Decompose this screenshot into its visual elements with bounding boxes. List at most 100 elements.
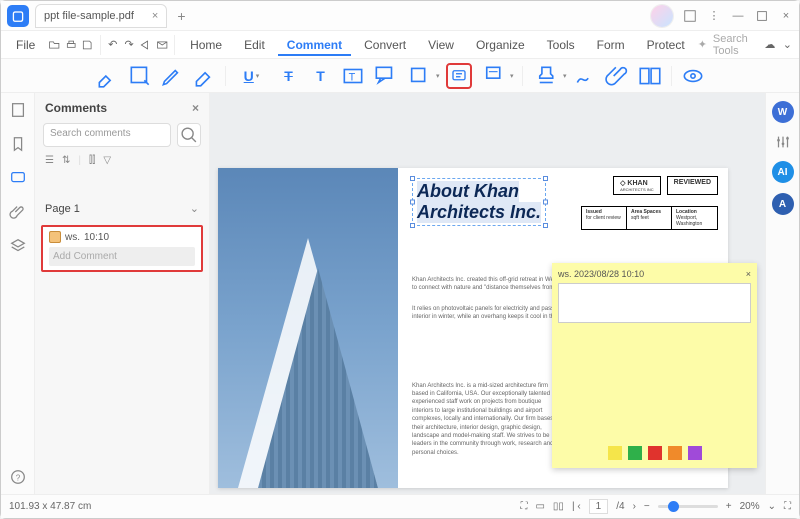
highlight-tool[interactable]: [95, 63, 121, 89]
sticky-textarea[interactable]: [558, 283, 751, 323]
attachment-panel-icon[interactable]: [9, 203, 27, 221]
zoom-value[interactable]: 20%: [740, 501, 760, 512]
signature-tool[interactable]: [573, 63, 599, 89]
textbox-tool[interactable]: T: [340, 63, 366, 89]
document-canvas[interactable]: About Khan Architects Inc. ◇ KHANARCHITE…: [210, 93, 765, 494]
undo-icon[interactable]: ↶: [106, 37, 118, 53]
a-badge[interactable]: A: [772, 193, 794, 215]
menu-organize[interactable]: Organize: [467, 34, 534, 56]
search-icon[interactable]: [177, 123, 201, 147]
fit-icon[interactable]: ⛶: [520, 501, 527, 512]
close-tab-icon[interactable]: ×: [152, 10, 158, 22]
word-badge[interactable]: W: [772, 101, 794, 123]
close-window-icon[interactable]: ×: [779, 9, 793, 23]
close-sticky-icon[interactable]: ×: [746, 269, 751, 279]
menu-edit[interactable]: Edit: [235, 34, 274, 56]
close-panel-icon[interactable]: ×: [192, 101, 199, 115]
properties-icon[interactable]: [774, 133, 792, 151]
cloud-icon[interactable]: ☁: [764, 37, 775, 53]
search-comments-input[interactable]: Search comments: [43, 123, 171, 147]
swatch-purple[interactable]: [688, 446, 702, 460]
search-tools-placeholder[interactable]: Search Tools: [713, 33, 758, 57]
chevron-down-icon[interactable]: ⌄: [782, 37, 793, 53]
file-menu[interactable]: File: [7, 34, 44, 56]
brand-box: ◇ KHANARCHITECTS INC: [613, 176, 661, 195]
menu-tools[interactable]: Tools: [538, 34, 584, 56]
heading-line1: About Khan: [417, 181, 519, 202]
tab-title: ppt file-sample.pdf: [44, 10, 134, 22]
hide-comments-tool[interactable]: [680, 63, 706, 89]
app-menu-icon[interactable]: [683, 9, 697, 23]
info-table: Issuedfor client review Area Spacessqft …: [581, 206, 718, 230]
two-page-icon[interactable]: ▯▯: [553, 501, 564, 512]
share-icon[interactable]: [139, 37, 151, 53]
bookmark-icon[interactable]: [9, 135, 27, 153]
swatch-red[interactable]: [648, 446, 662, 460]
maximize-icon[interactable]: [755, 9, 769, 23]
shape-tool[interactable]: [404, 63, 440, 89]
swatch-green[interactable]: [628, 446, 642, 460]
sticky-note-popup[interactable]: ws. 2023/08/28 10:10 ×: [552, 263, 757, 468]
new-tab-button[interactable]: +: [177, 8, 185, 24]
expand-icon[interactable]: ☰: [45, 155, 54, 166]
titlebar: ▢ ppt file-sample.pdf × + ⋮ — ×: [1, 1, 799, 31]
print-icon[interactable]: [65, 37, 77, 53]
filter2-icon[interactable]: ⫿⫿: [89, 155, 95, 166]
page-dimensions: 101.93 x 47.87 cm: [9, 501, 91, 512]
page-current[interactable]: 1: [589, 499, 609, 514]
chevron-down-icon[interactable]: ⌄: [768, 501, 776, 512]
pencil-tool[interactable]: [159, 63, 185, 89]
filter-icon[interactable]: ▽: [103, 155, 111, 166]
zoom-slider[interactable]: [658, 505, 718, 508]
kebab-icon[interactable]: ⋮: [707, 9, 721, 23]
svg-text:T: T: [348, 71, 355, 83]
menu-protect[interactable]: Protect: [638, 34, 694, 56]
compare-tool[interactable]: [637, 63, 663, 89]
attachment-tool[interactable]: [605, 63, 631, 89]
comment-panel-icon[interactable]: [9, 169, 27, 187]
comment-author: ws.: [65, 232, 80, 243]
comments-title: Comments: [45, 101, 107, 115]
note-tool[interactable]: [446, 63, 472, 89]
menu-form[interactable]: Form: [588, 34, 634, 56]
zoom-out-icon[interactable]: −: [644, 501, 650, 512]
user-avatar[interactable]: [651, 5, 673, 27]
document-tab[interactable]: ppt file-sample.pdf ×: [35, 4, 167, 28]
help-icon[interactable]: ?: [9, 468, 27, 486]
menu-view[interactable]: View: [419, 34, 463, 56]
stamp-tool[interactable]: [478, 63, 514, 89]
fullscreen-icon[interactable]: ⛶: [784, 501, 791, 512]
swatch-orange[interactable]: [668, 446, 682, 460]
comment-card[interactable]: ws. 10:10 Add Comment: [41, 225, 203, 272]
thumbnail-icon[interactable]: [9, 101, 27, 119]
minimize-icon[interactable]: —: [731, 9, 745, 23]
color-swatches: [552, 446, 757, 460]
swatch-yellow[interactable]: [608, 446, 622, 460]
svg-text:?: ?: [15, 474, 20, 483]
selected-text-box[interactable]: About Khan Architects Inc.: [412, 178, 546, 226]
save-icon[interactable]: [81, 37, 93, 53]
strikethrough-tool[interactable]: T: [276, 63, 302, 89]
menu-convert[interactable]: Convert: [355, 34, 415, 56]
area-highlight-tool[interactable]: [127, 63, 153, 89]
zoom-in-icon[interactable]: +: [726, 501, 732, 512]
menu-comment[interactable]: Comment: [278, 34, 351, 56]
heading-line2: Architects Inc.: [417, 202, 541, 223]
magic-icon[interactable]: ✦: [698, 38, 707, 51]
layers-icon[interactable]: [9, 237, 27, 255]
book-icon[interactable]: ▭: [535, 501, 544, 512]
open-icon[interactable]: [48, 37, 60, 53]
page-group[interactable]: Page 1 ⌄: [35, 196, 209, 221]
hero-image: [218, 168, 398, 488]
sort-icon[interactable]: ⇅: [62, 155, 70, 166]
redo-icon[interactable]: ↷: [123, 37, 135, 53]
eraser-tool[interactable]: [191, 63, 217, 89]
underline-tool[interactable]: U: [234, 63, 270, 89]
menu-home[interactable]: Home: [181, 34, 231, 56]
email-icon[interactable]: [156, 37, 168, 53]
typewriter-tool[interactable]: T: [308, 63, 334, 89]
ai-badge[interactable]: AI: [772, 161, 794, 183]
callout-tool[interactable]: [372, 63, 398, 89]
stamp2-tool[interactable]: [531, 63, 567, 89]
add-comment-input[interactable]: Add Comment: [49, 247, 195, 266]
